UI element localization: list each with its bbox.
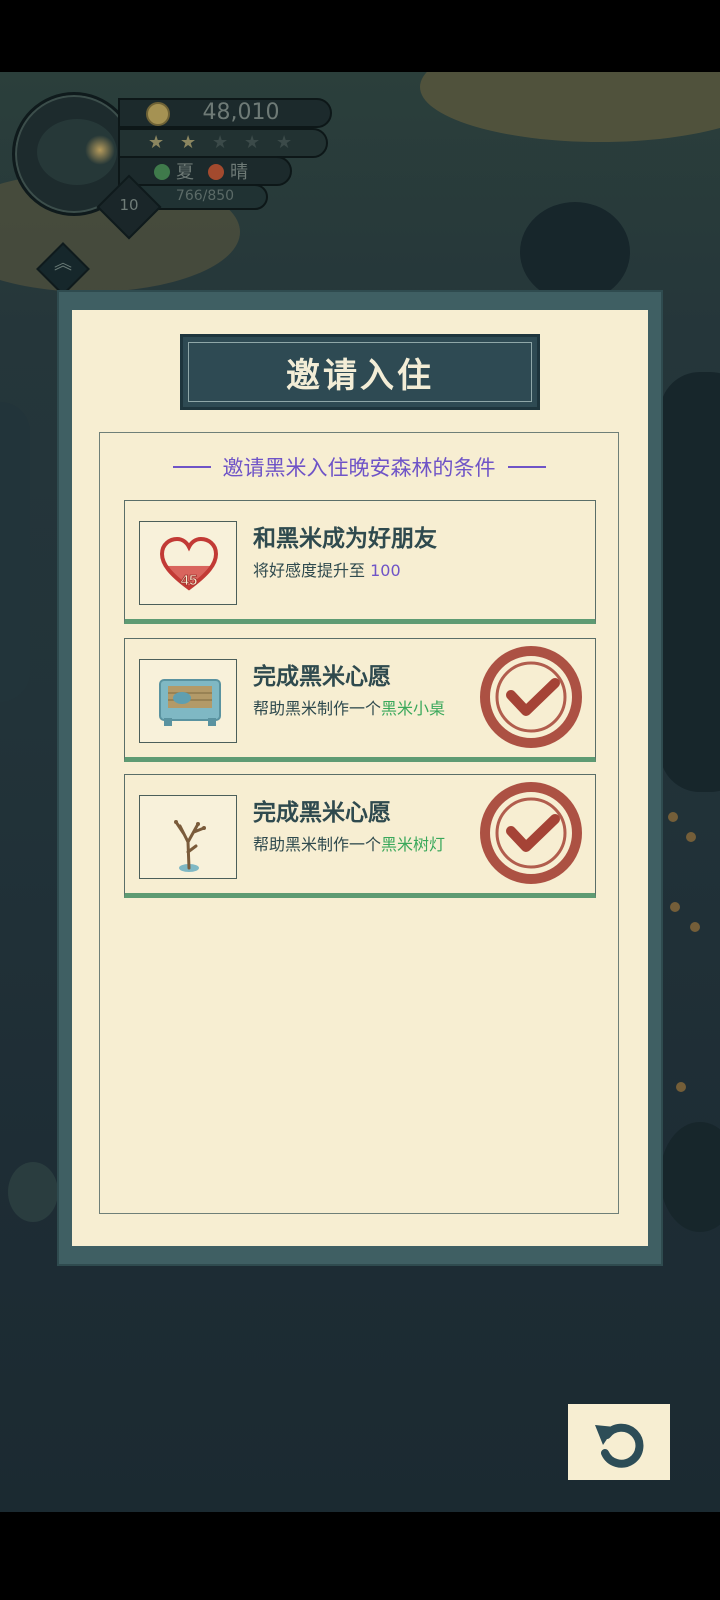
condition-desc: 帮助黑米制作一个黑米小桌	[253, 699, 446, 718]
star-icon: ★	[180, 132, 197, 153]
completed-stamp-icon	[480, 646, 582, 748]
season-weather-bar	[118, 156, 292, 186]
season-label: 夏	[176, 162, 194, 183]
season-icon	[154, 164, 170, 180]
condition-item-wish-table: 完成黑米心愿 帮助黑米制作一个黑米小桌	[124, 638, 596, 762]
table-icon	[159, 679, 221, 726]
condition-icon-box	[139, 659, 237, 743]
weather-label: 晴	[230, 162, 248, 183]
star-icon: ★	[212, 132, 229, 153]
affection-value: 45	[181, 572, 198, 589]
level-value: 10	[119, 196, 139, 214]
condition-desc: 帮助黑米制作一个黑米树灯	[253, 835, 446, 854]
star-icon: ★	[244, 132, 261, 153]
coin-count: 48,010	[202, 100, 280, 125]
condition-item-wish-lamp: 完成黑米心愿 帮助黑米制作一个黑米树灯	[124, 774, 596, 898]
condition-icon-box	[139, 795, 237, 879]
condition-title: 完成黑米心愿	[253, 800, 391, 826]
back-button[interactable]	[568, 1404, 670, 1480]
header-rule-right	[507, 466, 546, 468]
heart-icon: 45	[159, 536, 219, 591]
dialog-title: 邀请入住	[286, 355, 434, 396]
tree-lamp-icon	[174, 820, 206, 872]
completed-stamp-icon	[480, 782, 582, 884]
star-icon: ★	[148, 132, 165, 153]
coin-icon	[146, 102, 170, 126]
conditions-subtitle: 邀请黑米入住晚安森林的条件	[222, 456, 496, 480]
condition-item-friendship: 45 和黑米成为好朋友 将好感度提升至 100	[124, 500, 596, 624]
conditions-header: 邀请黑米入住晚安森林的条件	[100, 452, 618, 482]
title-frame: 邀请入住	[188, 342, 532, 402]
back-arrow-icon	[595, 1423, 644, 1468]
condition-title: 完成黑米心愿	[253, 664, 391, 690]
star-icon: ★	[276, 132, 293, 153]
weather-icon	[208, 164, 224, 180]
condition-desc: 将好感度提升至 100	[253, 561, 401, 580]
chevron-up-icon: ︽	[54, 253, 72, 274]
condition-icon-box: 45	[139, 521, 237, 605]
condition-title: 和黑米成为好朋友	[253, 526, 437, 552]
header-rule-left	[172, 466, 211, 468]
exp-value: 766/850	[175, 188, 235, 204]
